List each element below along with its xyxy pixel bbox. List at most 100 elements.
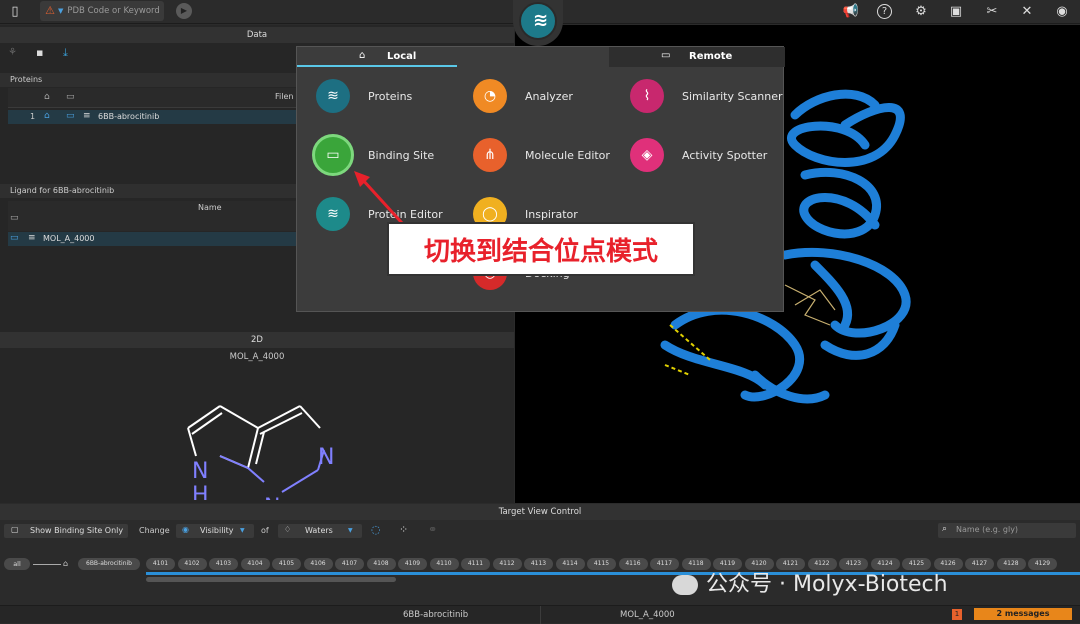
residue-chip[interactable]: 4127 (965, 558, 994, 570)
tag-icon: ⌂ (63, 559, 69, 568)
wrench-icon[interactable]: ✕ (1018, 3, 1036, 21)
eye-icon: ◉ (182, 525, 189, 534)
show-binding-site-toggle[interactable]: ▢ Show Binding Site Only (4, 524, 128, 538)
molecule-title: MOL_A_4000 (229, 352, 285, 362)
help-icon[interactable]: ? (877, 4, 892, 19)
menu-item-proteins[interactable]: ≋ Proteins (316, 79, 412, 113)
name-column[interactable]: Name (198, 203, 222, 212)
residue-chip[interactable]: 4129 (1028, 558, 1057, 570)
residue-chip[interactable]: 4107 (335, 558, 364, 570)
data-panel-title: Data (0, 27, 514, 43)
ligand-name: MOL_A_4000 (43, 234, 95, 243)
residue-chip[interactable]: 4108 (366, 558, 396, 570)
water-drop-icon: ♢ (284, 525, 292, 534)
pin-icon: ◈ (630, 138, 664, 172)
residue-chip[interactable]: 4110 (429, 558, 459, 570)
search-placeholder: PDB Code or Keyword (67, 6, 160, 16)
monitor-icon: ▭ (661, 50, 671, 61)
comment-icon[interactable]: ▭ (66, 111, 75, 121)
tag-icon[interactable]: ⌂ (44, 92, 50, 102)
residue-chip[interactable]: 4113 (524, 558, 553, 570)
megaphone-icon[interactable]: 📢 (842, 3, 860, 21)
residue-search-input[interactable]: ⌕ Name (e.g. gly) (938, 523, 1076, 538)
file-icon: ≡ (83, 111, 91, 121)
watermark: 公众号 · Molyx-Biotech (672, 566, 948, 598)
monitor-icon[interactable]: ▣ (947, 3, 965, 21)
status-bar: 6BB-abrocitinib MOL_A_4000 1 (0, 605, 1080, 624)
row-index: 1 (30, 112, 36, 121)
search-icon: ⌕ (942, 524, 948, 534)
status-protein: 6BB-abrocitinib (403, 610, 469, 620)
download-icon[interactable]: ⤓ (63, 46, 77, 59)
gear-icon[interactable]: ⚙ (912, 3, 930, 21)
filename-column[interactable]: Filen (275, 92, 293, 101)
comment-icon[interactable]: ▭ (66, 92, 75, 102)
twod-header: 2D (0, 332, 514, 348)
residue-chip[interactable]: 4104 (240, 558, 270, 570)
all-chain-button[interactable]: all (4, 558, 30, 570)
menu-item-similarity-scanner[interactable]: ⌇ Similarity Scanner (630, 79, 783, 113)
residue-chip[interactable]: 4115 (587, 558, 616, 570)
proteins-icon: ≋ (316, 79, 350, 113)
residue-chip[interactable]: 4105 (272, 558, 301, 570)
chevron-down-icon[interactable]: ▼ (58, 7, 63, 15)
menu-item-activity-spotter[interactable]: ◈ Activity Spotter (630, 138, 767, 172)
wechat-icon (672, 575, 698, 595)
residue-chip[interactable]: 4101 (146, 558, 175, 570)
tab-remote-label: Remote (689, 51, 733, 62)
change-label: Change (139, 526, 170, 535)
refresh-icon[interactable]: ◌ (371, 523, 381, 536)
residue-chip[interactable]: 4116 (618, 558, 648, 570)
link-icon[interactable]: ⚭ (428, 523, 437, 536)
warning-icon: ⚠ (45, 4, 55, 17)
scatter-icon[interactable]: ⁘ (399, 523, 408, 536)
save-icon[interactable]: ▪ (36, 46, 48, 59)
tab-local[interactable]: ⌂ Local (297, 47, 457, 67)
atom-label: N (192, 459, 208, 484)
residue-chip[interactable]: 4102 (177, 558, 207, 570)
comment-icon[interactable]: ▭ (10, 213, 19, 223)
chevron-down-icon: ▼ (240, 527, 245, 534)
pdb-search-input[interactable]: ⚠ ▼ PDB Code or Keyword (40, 1, 164, 21)
gauge-icon: ◔ (473, 79, 507, 113)
residue-chip[interactable]: 4112 (492, 558, 522, 570)
logo-icon: ≋ (533, 10, 549, 31)
menu-item-molecule-editor[interactable]: ⋔ Molecule Editor (473, 138, 610, 172)
message-count-badge[interactable]: 1 (952, 609, 962, 620)
tab-remote[interactable]: ▭ Remote (609, 47, 785, 67)
scanner-icon: ⌇ (630, 79, 664, 113)
atom-label: H (192, 483, 209, 500)
tag-icon[interactable]: ⌂ (44, 111, 50, 121)
menu-item-analyzer[interactable]: ◔ Analyzer (473, 79, 573, 113)
chevron-down-icon: ▼ (348, 527, 353, 534)
document-icon[interactable]: ▯ (6, 3, 24, 21)
molecule-icon: ⋔ (473, 138, 507, 172)
residue-chip[interactable]: 4128 (996, 558, 1026, 570)
tvc-title: Target View Control (0, 504, 1080, 520)
file-icon: ≡ (28, 233, 36, 243)
divider (33, 564, 61, 565)
visibility-dropdown[interactable]: ◉ Visibility ▼ (176, 524, 254, 538)
home-icon: ⌂ (359, 50, 366, 61)
divider (540, 606, 541, 624)
checkbox-icon: ▢ (11, 525, 19, 534)
play-icon[interactable]: ▶ (176, 3, 192, 19)
atom-label: N (264, 495, 280, 500)
of-label: of (261, 526, 269, 535)
residue-chip[interactable]: 4109 (398, 558, 427, 570)
residue-chip[interactable]: 4103 (209, 558, 238, 570)
comment-icon[interactable]: ▭ (10, 233, 19, 243)
tools-icon[interactable]: ✂ (983, 3, 1001, 21)
molecule-structure: N H N N (187, 405, 334, 500)
residue-chip[interactable]: 4114 (555, 558, 585, 570)
residue-chip[interactable]: 4111 (461, 558, 490, 570)
waters-dropdown[interactable]: ♢ Waters ▼ (278, 524, 362, 538)
scrollbar[interactable] (146, 577, 396, 582)
atom-label: N (318, 445, 334, 470)
protein-name: 6BB-abrocitinib (98, 112, 160, 121)
tree-icon[interactable]: ⚘ (8, 47, 20, 59)
eye-icon[interactable]: ◉ (1053, 3, 1071, 21)
chain-button[interactable]: 6BB-abrocitinib (78, 558, 140, 570)
residue-chip[interactable]: 4106 (303, 558, 333, 570)
messages-button[interactable]: 2 messages (974, 608, 1072, 620)
